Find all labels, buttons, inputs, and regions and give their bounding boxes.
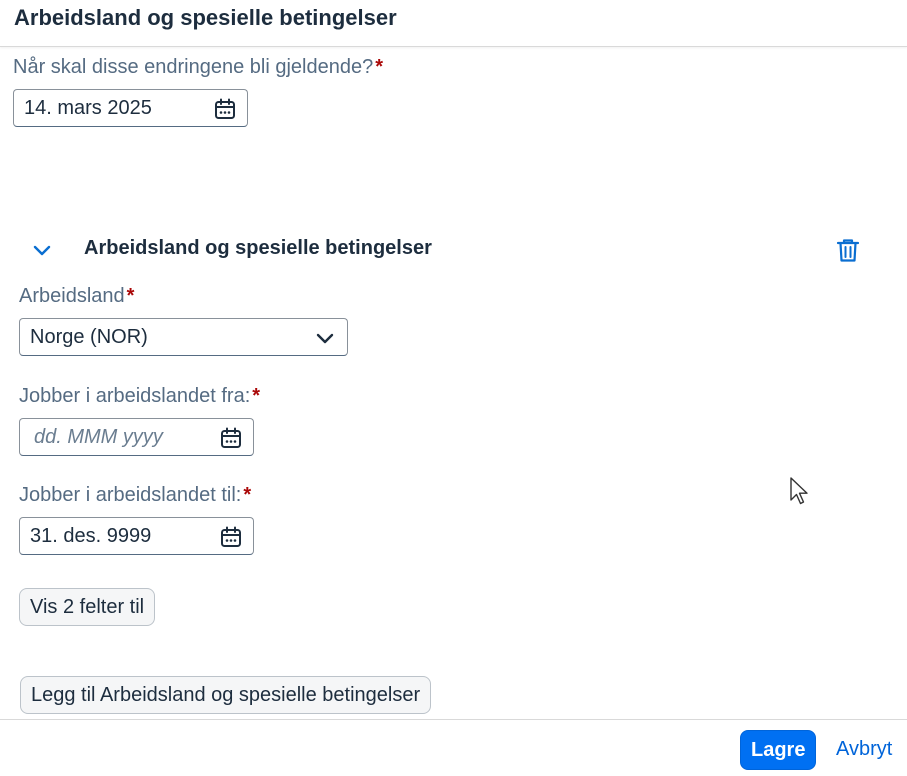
chevron-down-icon[interactable] <box>30 238 54 262</box>
save-button[interactable]: Lagre <box>740 730 817 770</box>
trash-icon[interactable] <box>834 236 862 264</box>
footer-bar: Lagre Avbryt <box>0 719 907 776</box>
calendar-icon[interactable] <box>219 525 243 549</box>
effective-date-label: Når skal disse endringene bli gjeldende?… <box>13 56 383 79</box>
to-date-picker[interactable]: 31. des. 9999 <box>19 517 254 555</box>
country-label-text: Arbeidsland <box>19 285 125 307</box>
chevron-down-icon[interactable] <box>313 326 337 350</box>
show-more-fields-button[interactable]: Vis 2 felter til <box>19 588 156 626</box>
required-mark: * <box>126 285 135 307</box>
cancel-button[interactable]: Avbryt <box>836 738 892 761</box>
add-section-button[interactable]: Legg til Arbeidsland og spesielle beting… <box>20 676 432 714</box>
page-title: Arbeidsland og spesielle betingelser <box>14 5 397 30</box>
section-title: Arbeidsland og spesielle betingelser <box>84 237 432 259</box>
from-date-picker[interactable]: dd. MMM yyyy <box>19 418 254 456</box>
required-mark: * <box>243 484 252 506</box>
country-label: Arbeidsland * <box>19 285 134 308</box>
to-date-value: 31. des. 9999 <box>30 525 152 547</box>
from-date-label: Jobber i arbeidslandet fra: * <box>19 385 260 408</box>
mouse-cursor-icon <box>790 477 808 505</box>
from-date-label-text: Jobber i arbeidslandet fra: <box>19 385 251 407</box>
country-value: Norge (NOR) <box>30 326 148 348</box>
calendar-icon[interactable] <box>213 97 237 121</box>
to-date-label-text: Jobber i arbeidslandet til: <box>19 484 242 506</box>
to-date-label: Jobber i arbeidslandet til: * <box>19 484 251 507</box>
page-header: Arbeidsland og spesielle betingelser <box>0 0 907 47</box>
calendar-icon[interactable] <box>219 426 243 450</box>
effective-date-label-text: Når skal disse endringene bli gjeldende? <box>13 56 374 78</box>
required-mark: * <box>375 56 384 78</box>
country-select[interactable]: Norge (NOR) <box>19 318 348 356</box>
effective-date-value: 14. mars 2025 <box>24 97 152 119</box>
effective-date-picker[interactable]: 14. mars 2025 <box>13 89 248 127</box>
required-mark: * <box>252 385 261 407</box>
from-date-placeholder: dd. MMM yyyy <box>34 426 163 448</box>
